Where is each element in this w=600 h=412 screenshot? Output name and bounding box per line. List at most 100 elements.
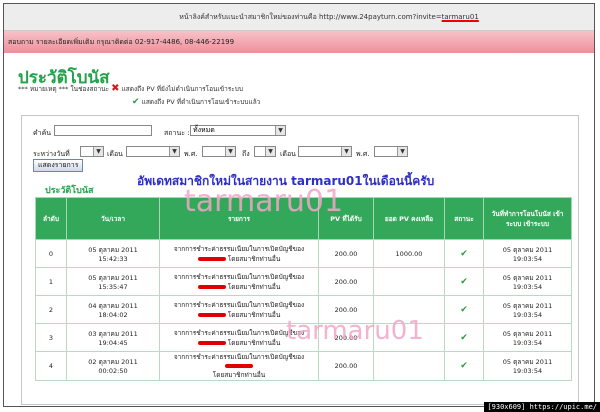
row-transfer-time: 19:03:54 [512, 254, 543, 263]
status-select-value: ทั้งหมด [193, 126, 215, 134]
table-row: 0 05 ตุลาคม 2011 15:42:33 จากการชำระค่าธร… [35, 239, 572, 268]
row-datetime: 05 ตุลาคม 2011 15:35:47 [66, 267, 160, 296]
note-line-1: *** หมายเหตุ *** ในช่องสถานะ ✖ แสดงถึง P… [18, 83, 243, 94]
row-status: ✔ [444, 239, 484, 268]
contact-text: สอบถาม รายละเอียดเพิ่มเติม กรุณาติดต่อ 0… [8, 37, 235, 46]
row-transfer-date: 05 ตุลาคม 2011 [502, 245, 553, 254]
row-transfer: 05 ตุลาคม 2011 19:03:54 [483, 351, 572, 381]
invite-code[interactable]: tarmaru01 [442, 13, 479, 21]
row-datetime: 04 ตุลาคม 2011 18:04:02 [66, 295, 160, 324]
row-datetime: 03 ตุลาคม 2011 19:04:45 [66, 323, 160, 352]
row-desc-line2: โดยสมาชิกท่านอื่น [227, 254, 281, 263]
chevron-down-icon: ▼ [265, 147, 275, 156]
keyword-input[interactable] [54, 125, 152, 136]
start-year-label: พ.ศ. [184, 150, 198, 158]
row-pv: 200.00 [318, 351, 374, 381]
row-number: 1 [35, 267, 67, 296]
start-month-select[interactable]: ▼ [126, 146, 180, 157]
row-date: 02 ตุลาคม 2011 [88, 358, 138, 366]
table-header-row: ลำดับ วัน/เวลา รายการ PV ที่ได้รับ ยอด P… [35, 197, 572, 240]
contact-bar: สอบถาม รายละเอียดเพิ่มเติม กรุณาติดต่อ 0… [4, 31, 594, 53]
row-date: 05 ตุลาคม 2011 [88, 245, 138, 254]
source-stamp: [930x609] https://upic.me/ [484, 402, 600, 412]
row-time: 15:42:33 [98, 254, 128, 263]
start-year-select[interactable]: ▼ [202, 146, 236, 157]
row-number: 3 [35, 323, 67, 352]
end-year-select[interactable]: ▼ [374, 146, 408, 157]
redaction-mark [197, 340, 226, 345]
end-year-label: พ.ศ. [356, 150, 370, 158]
col-header: วันที่ทำการโอนโบนัส เข้าระบบ เข้าระบบ [483, 197, 572, 240]
start-day-select[interactable]: ▼ [80, 146, 104, 157]
end-month-select[interactable]: ▼ [298, 146, 352, 157]
row-desc-line1: จากการชำระค่าธรรมเนียมในการเปิดบัญชีของ [173, 272, 305, 281]
row-transfer-time: 19:03:54 [512, 367, 543, 375]
row-desc-line2: โดยสมาชิกท่านอื่น [227, 310, 281, 319]
bonus-table: ลำดับ วัน/เวลา รายการ PV ที่ได้รับ ยอด P… [35, 197, 572, 381]
redaction-mark [197, 256, 226, 261]
check-mark-icon: ✔ [460, 304, 468, 315]
invite-link-bar: หน้าลิงค์สำหรับแนะนำสมาชิกใหม่ของท่านคือ… [4, 4, 594, 31]
row-date: 04 ตุลาคม 2011 [88, 301, 138, 310]
row-date: 03 ตุลาคม 2011 [88, 329, 138, 338]
chevron-down-icon: ▼ [225, 147, 235, 156]
row-balance [373, 323, 445, 352]
col-header: PV ที่ได้รับ [318, 197, 374, 240]
end-month-label: เดือน [280, 150, 296, 158]
note-line-2: ✔ แสดงถึง PV ที่ดำเนินการโอนเข้าระบบแล้ว [132, 97, 260, 107]
invite-link-text: หน้าลิงค์สำหรับแนะนำสมาชิกใหม่ของท่านคือ… [179, 12, 442, 21]
row-datetime: 02 ตุลาคม 2011 00:02:50 [66, 351, 160, 381]
row-pv: 200.00 [318, 323, 374, 352]
redaction-mark [225, 364, 253, 368]
col-header: สถานะ [444, 197, 484, 240]
row-description: จากการชำระค่าธรรมเนียมในการเปิดบัญชีของ … [159, 239, 319, 268]
row-description: จากการชำระค่าธรรมเนียมในการเปิดบัญชีของ … [159, 295, 319, 324]
note-done-text: แสดงถึง PV ที่ดำเนินการโอนเข้าระบบแล้ว [141, 98, 261, 106]
row-balance [373, 267, 445, 296]
row-status: ✔ [444, 295, 484, 324]
row-transfer-time: 19:03:54 [512, 282, 543, 291]
note-pending-text: แสดงถึง PV ที่ยังไม่ดำเนินการโอนเข้าระบบ [121, 85, 244, 93]
status-label: สถานะ : [164, 129, 190, 137]
table-row: 4 02 ตุลาคม 2011 00:02:50 จากการชำระค่าธร… [35, 351, 572, 381]
check-mark-icon: ✔ [132, 97, 140, 107]
col-header: วัน/เวลา [66, 197, 160, 240]
note-prefix: *** หมายเหตุ *** ในช่องสถานะ [18, 85, 110, 93]
row-time: 19:04:45 [98, 338, 128, 347]
row-transfer-time: 19:03:54 [512, 310, 543, 319]
chevron-down-icon: ▼ [397, 147, 407, 156]
redaction-mark [197, 312, 226, 317]
check-mark-icon: ✔ [460, 248, 468, 259]
chevron-down-icon: ▼ [169, 147, 179, 156]
row-time: 18:04:02 [98, 310, 128, 319]
row-desc-line2: โดยสมาชิกท่านอื่น [212, 371, 266, 379]
chevron-down-icon: ▼ [341, 147, 351, 156]
table-row: 2 04 ตุลาคม 2011 18:04:02 จากการชำระค่าธร… [35, 295, 572, 324]
row-transfer-date: 05 ตุลาคม 2011 [502, 273, 553, 282]
status-select[interactable]: ทั้งหมด ▼ [190, 125, 286, 136]
col-header: ลำดับ [35, 197, 67, 240]
row-desc-line1: จากการชำระค่าธรรมเนียมในการเปิดบัญชีของ [173, 244, 305, 253]
row-desc-line1: จากการชำระค่าธรรมเนียมในการเปิดบัญชีของ [173, 328, 305, 337]
table-row: 1 05 ตุลาคม 2011 15:35:47 จากการชำระค่าธร… [35, 267, 572, 296]
row-desc-line1: จากการชำระค่าธรรมเนียมในการเปิดบัญชีของ [173, 353, 305, 361]
row-pv: 200.00 [318, 267, 374, 296]
row-transfer: 05 ตุลาคม 2011 19:03:54 [483, 239, 572, 268]
row-description: จากการชำระค่าธรรมเนียมในการเปิดบัญชีของ … [159, 323, 319, 352]
row-pv: 200.00 [318, 295, 374, 324]
row-description: จากการชำระค่าธรรมเนียมในการเปิดบัญชีของ … [159, 267, 319, 296]
row-transfer-time: 19:03:54 [512, 338, 543, 347]
row-status: ✔ [444, 267, 484, 296]
end-day-select[interactable]: ▼ [254, 146, 276, 157]
x-mark-icon: ✖ [111, 83, 120, 94]
screenshot-frame: หน้าลิงค์สำหรับแนะนำสมาชิกใหม่ของท่านคือ… [3, 3, 595, 407]
chevron-down-icon: ▼ [275, 126, 285, 135]
table-row: 3 03 ตุลาคม 2011 19:04:45 จากการชำระค่าธร… [35, 323, 572, 352]
update-headline: อัพเดทสมาชิกใหม่ในสายงาน tarmaru01ในเดือ… [137, 174, 435, 188]
row-datetime: 05 ตุลาคม 2011 15:42:33 [66, 239, 160, 268]
row-number: 0 [35, 239, 67, 268]
row-desc-line2: โดยสมาชิกท่านอื่น [227, 282, 281, 291]
row-description: จากการชำระค่าธรรมเนียมในการเปิดบัญชีของ … [159, 351, 319, 381]
show-list-button[interactable]: แสดงรายการ [33, 159, 84, 172]
to-label: ถึง [242, 150, 250, 158]
